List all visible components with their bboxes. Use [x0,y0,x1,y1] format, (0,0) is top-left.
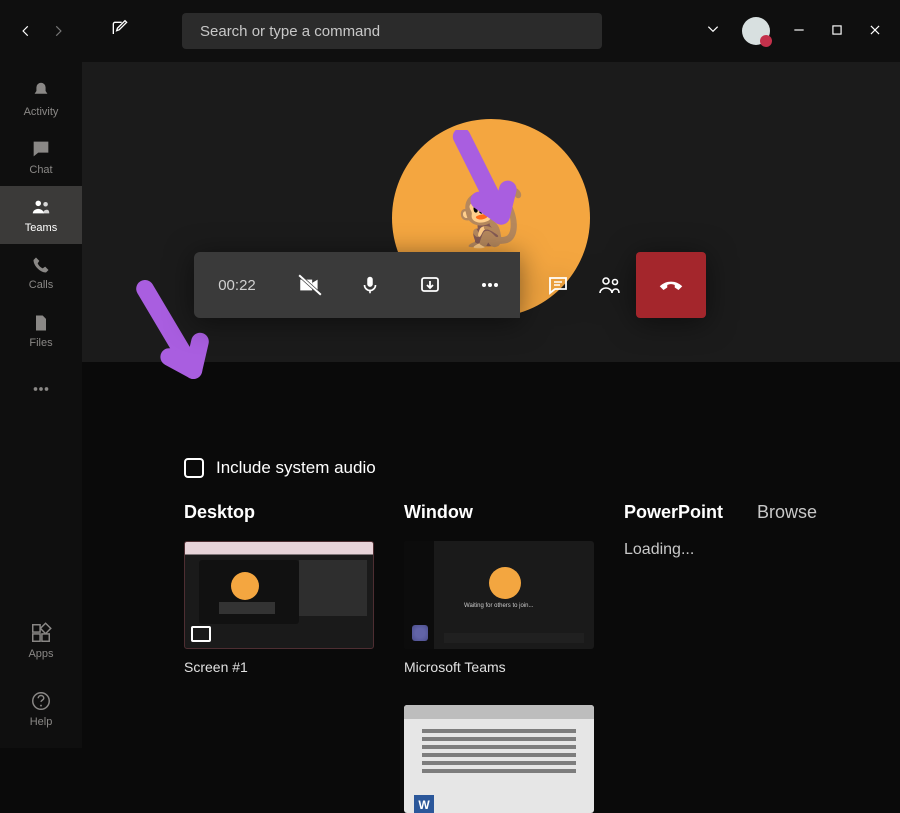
nav-back-button[interactable] [16,21,36,41]
phone-icon [31,255,51,275]
show-conversation-button[interactable] [542,269,574,301]
include-system-audio-label: Include system audio [216,458,376,478]
window-close-button[interactable] [868,23,884,39]
chat-bubble-icon [546,273,570,297]
sidebar-item-label: Activity [24,106,59,118]
share-window-thumbnail-teams[interactable]: Waiting for others to join... [404,541,594,649]
share-col-powerpoint: PowerPoint Loading... [624,502,737,813]
main-area: 🐒 Include system audio Desktop Scr [82,62,900,748]
sidebar-item-label: Apps [28,648,53,660]
share-col-browse: Browse [757,502,870,813]
more-actions-button[interactable] [460,252,520,318]
teams-icon [29,196,53,218]
sidebar-item-label: Chat [29,164,52,176]
command-chevron-down-icon[interactable] [706,22,720,41]
avatar-emoji: 🐒 [456,185,526,251]
more-icon [30,378,52,400]
share-desktop-thumbnail[interactable] [184,541,374,649]
more-icon [478,273,502,297]
sidebar-item-label: Help [30,716,53,728]
share-header-desktop: Desktop [184,502,384,523]
hangup-icon [656,270,686,300]
window-maximize-button[interactable] [830,23,846,39]
search-input[interactable]: Search or type a command [182,13,602,49]
chat-icon [30,138,52,160]
share-header-window: Window [404,502,604,523]
sidebar-item-teams[interactable]: Teams [0,186,82,244]
hang-up-button[interactable] [636,252,706,318]
window-minimize-button[interactable] [792,23,808,39]
app-sidebar: Activity Chat Teams Calls Files Apps Hel… [0,62,82,748]
people-icon [597,273,623,297]
sidebar-item-label: Teams [25,222,57,234]
microphone-icon [359,274,381,296]
mic-toggle-button[interactable] [340,252,400,318]
sidebar-more-button[interactable] [0,360,82,418]
sidebar-item-calls[interactable]: Calls [0,244,82,302]
share-col-window: Window Waiting for others to join... Mic… [404,502,604,813]
share-window-label: Microsoft Teams [404,659,604,675]
share-desktop-label: Screen #1 [184,659,384,675]
share-tray: Include system audio Desktop Screen #1 W… [164,442,890,748]
sidebar-item-activity[interactable]: Activity [0,70,82,128]
share-col-desktop: Desktop Screen #1 [184,502,384,813]
sidebar-item-files[interactable]: Files [0,302,82,360]
include-system-audio-checkbox[interactable] [184,458,204,478]
show-participants-button[interactable] [594,269,626,301]
share-window-thumbnail-word[interactable]: W [404,705,594,813]
compose-button[interactable] [110,19,130,44]
user-avatar[interactable] [742,17,770,45]
share-header-browse[interactable]: Browse [757,502,870,523]
sidebar-item-apps[interactable]: Apps [0,612,82,670]
sidebar-item-help[interactable]: Help [0,680,82,738]
camera-off-icon [297,272,323,298]
bell-icon [30,80,52,102]
title-bar: Search or type a command [0,0,900,62]
sidebar-item-label: Files [29,337,52,349]
help-icon [30,690,52,712]
camera-toggle-button[interactable] [280,252,340,318]
share-tray-icon [418,273,442,297]
sidebar-item-chat[interactable]: Chat [0,128,82,186]
nav-forward-button[interactable] [48,21,68,41]
apps-icon [30,622,52,644]
meeting-control-bar: 00:22 [194,252,706,318]
file-icon [31,313,51,333]
share-header-powerpoint: PowerPoint [624,502,737,523]
call-duration: 00:22 [194,252,280,318]
share-button[interactable] [400,252,460,318]
powerpoint-loading: Loading... [624,541,737,559]
sidebar-item-label: Calls [29,279,53,291]
search-placeholder: Search or type a command [200,23,380,40]
